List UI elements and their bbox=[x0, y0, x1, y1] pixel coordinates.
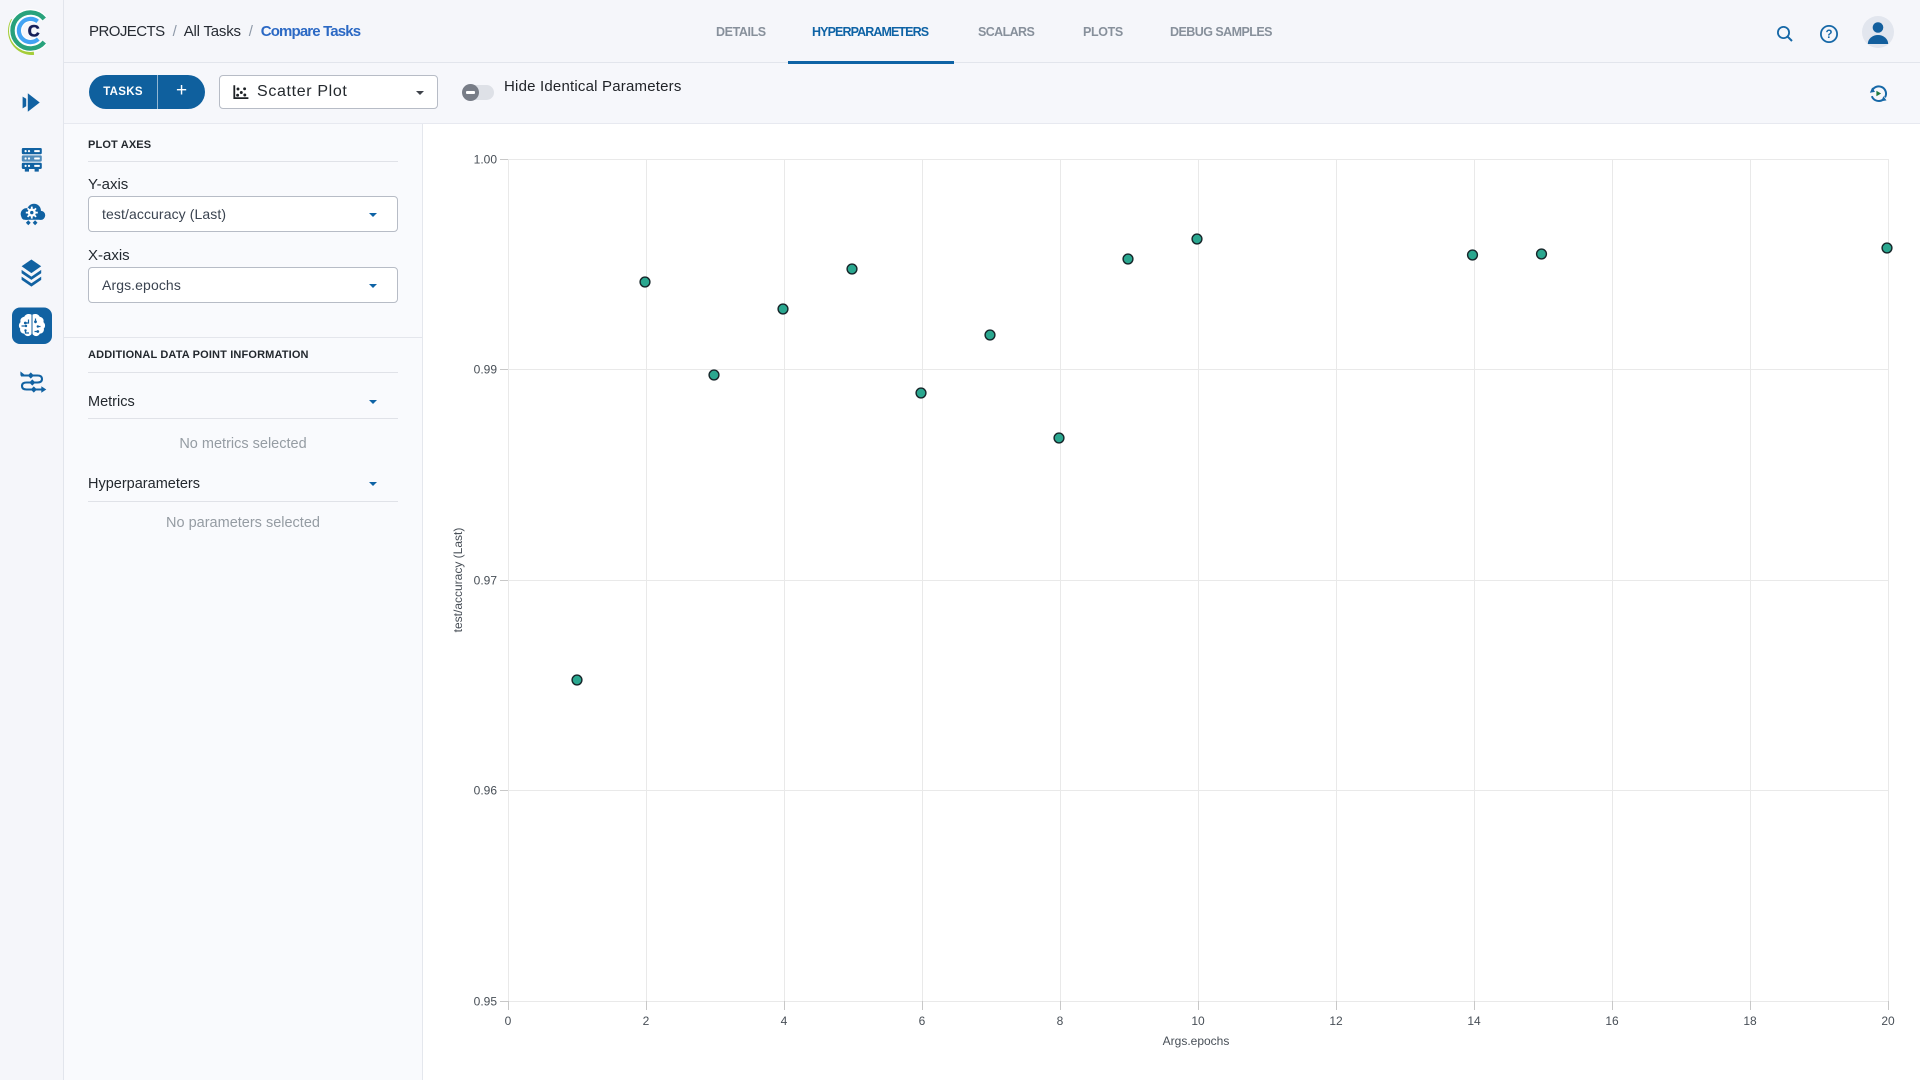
svg-text:16: 16 bbox=[1605, 1014, 1619, 1028]
svg-text:1.00: 1.00 bbox=[474, 153, 498, 167]
svg-text:10: 10 bbox=[1191, 1014, 1205, 1028]
svg-text:12: 12 bbox=[1329, 1014, 1343, 1028]
svg-text:14: 14 bbox=[1467, 1014, 1481, 1028]
svg-text:0: 0 bbox=[505, 1014, 512, 1028]
svg-text:0.96: 0.96 bbox=[474, 784, 498, 798]
svg-text:18: 18 bbox=[1743, 1014, 1757, 1028]
svg-text:0.95: 0.95 bbox=[474, 995, 498, 1009]
svg-text:?: ? bbox=[1825, 29, 1832, 41]
svg-text:0.97: 0.97 bbox=[474, 574, 498, 588]
svg-text:C: C bbox=[28, 23, 40, 41]
svg-text:20: 20 bbox=[1881, 1014, 1895, 1028]
svg-text:Args.epochs: Args.epochs bbox=[1163, 1034, 1230, 1048]
svg-text:8: 8 bbox=[1057, 1014, 1064, 1028]
svg-text:6: 6 bbox=[919, 1014, 926, 1028]
svg-text:4: 4 bbox=[781, 1014, 788, 1028]
svg-text:0.99: 0.99 bbox=[474, 363, 498, 377]
svg-text:test/accuracy (Last): test/accuracy (Last) bbox=[451, 528, 465, 633]
svg-text:2: 2 bbox=[643, 1014, 650, 1028]
